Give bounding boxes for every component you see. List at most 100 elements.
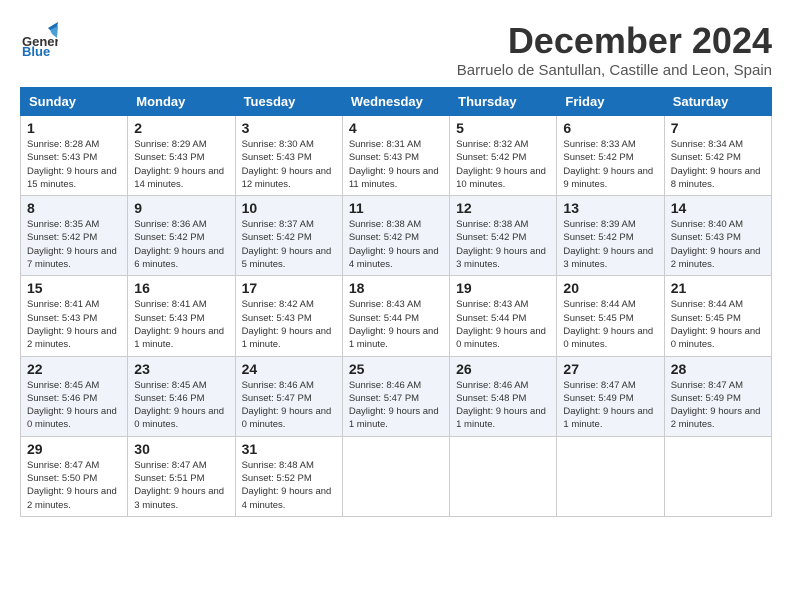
day-info: Sunrise: 8:45 AM Sunset: 5:46 PM Dayligh…	[134, 379, 228, 432]
calendar-cell: 29 Sunrise: 8:47 AM Sunset: 5:50 PM Dayl…	[21, 436, 128, 516]
calendar-cell: 24 Sunrise: 8:46 AM Sunset: 5:47 PM Dayl…	[235, 356, 342, 436]
day-number: 24	[242, 361, 336, 377]
location-subtitle: Barruelo de Santullan, Castille and Leon…	[457, 62, 772, 79]
day-info: Sunrise: 8:46 AM Sunset: 5:47 PM Dayligh…	[242, 379, 336, 432]
day-number: 27	[563, 361, 657, 377]
calendar-cell: 3 Sunrise: 8:30 AM Sunset: 5:43 PM Dayli…	[235, 116, 342, 196]
calendar-cell: 19 Sunrise: 8:43 AM Sunset: 5:44 PM Dayl…	[450, 276, 557, 356]
calendar-week-row: 22 Sunrise: 8:45 AM Sunset: 5:46 PM Dayl…	[21, 356, 772, 436]
calendar-cell: 20 Sunrise: 8:44 AM Sunset: 5:45 PM Dayl…	[557, 276, 664, 356]
calendar-cell: 31 Sunrise: 8:48 AM Sunset: 5:52 PM Dayl…	[235, 436, 342, 516]
day-number: 11	[349, 200, 443, 216]
day-number: 5	[456, 120, 550, 136]
month-title: December 2024	[457, 20, 772, 62]
calendar-week-row: 15 Sunrise: 8:41 AM Sunset: 5:43 PM Dayl…	[21, 276, 772, 356]
day-info: Sunrise: 8:45 AM Sunset: 5:46 PM Dayligh…	[27, 379, 121, 432]
day-number: 3	[242, 120, 336, 136]
day-number: 18	[349, 280, 443, 296]
day-number: 2	[134, 120, 228, 136]
calendar-table: SundayMondayTuesdayWednesdayThursdayFrid…	[20, 87, 772, 517]
calendar-cell: 26 Sunrise: 8:46 AM Sunset: 5:48 PM Dayl…	[450, 356, 557, 436]
col-header-monday: Monday	[128, 88, 235, 116]
day-number: 28	[671, 361, 765, 377]
day-info: Sunrise: 8:34 AM Sunset: 5:42 PM Dayligh…	[671, 138, 765, 191]
calendar-cell: 25 Sunrise: 8:46 AM Sunset: 5:47 PM Dayl…	[342, 356, 449, 436]
calendar-cell: 4 Sunrise: 8:31 AM Sunset: 5:43 PM Dayli…	[342, 116, 449, 196]
day-number: 23	[134, 361, 228, 377]
day-info: Sunrise: 8:42 AM Sunset: 5:43 PM Dayligh…	[242, 298, 336, 351]
day-number: 29	[27, 441, 121, 457]
calendar-cell: 8 Sunrise: 8:35 AM Sunset: 5:42 PM Dayli…	[21, 196, 128, 276]
col-header-friday: Friday	[557, 88, 664, 116]
day-info: Sunrise: 8:30 AM Sunset: 5:43 PM Dayligh…	[242, 138, 336, 191]
day-info: Sunrise: 8:47 AM Sunset: 5:49 PM Dayligh…	[671, 379, 765, 432]
day-number: 30	[134, 441, 228, 457]
calendar-week-row: 1 Sunrise: 8:28 AM Sunset: 5:43 PM Dayli…	[21, 116, 772, 196]
calendar-cell: 23 Sunrise: 8:45 AM Sunset: 5:46 PM Dayl…	[128, 356, 235, 436]
calendar-cell: 2 Sunrise: 8:29 AM Sunset: 5:43 PM Dayli…	[128, 116, 235, 196]
day-number: 26	[456, 361, 550, 377]
day-number: 31	[242, 441, 336, 457]
day-number: 22	[27, 361, 121, 377]
day-info: Sunrise: 8:47 AM Sunset: 5:49 PM Dayligh…	[563, 379, 657, 432]
calendar-cell: 15 Sunrise: 8:41 AM Sunset: 5:43 PM Dayl…	[21, 276, 128, 356]
day-number: 16	[134, 280, 228, 296]
calendar-cell: 1 Sunrise: 8:28 AM Sunset: 5:43 PM Dayli…	[21, 116, 128, 196]
calendar-cell: 5 Sunrise: 8:32 AM Sunset: 5:42 PM Dayli…	[450, 116, 557, 196]
calendar-cell: 9 Sunrise: 8:36 AM Sunset: 5:42 PM Dayli…	[128, 196, 235, 276]
calendar-cell: 30 Sunrise: 8:47 AM Sunset: 5:51 PM Dayl…	[128, 436, 235, 516]
day-info: Sunrise: 8:44 AM Sunset: 5:45 PM Dayligh…	[563, 298, 657, 351]
logo-icon: General Blue	[20, 20, 58, 63]
day-number: 4	[349, 120, 443, 136]
day-info: Sunrise: 8:41 AM Sunset: 5:43 PM Dayligh…	[27, 298, 121, 351]
calendar-header-row: SundayMondayTuesdayWednesdayThursdayFrid…	[21, 88, 772, 116]
day-info: Sunrise: 8:36 AM Sunset: 5:42 PM Dayligh…	[134, 218, 228, 271]
calendar-cell	[342, 436, 449, 516]
calendar-cell: 7 Sunrise: 8:34 AM Sunset: 5:42 PM Dayli…	[664, 116, 771, 196]
calendar-cell: 16 Sunrise: 8:41 AM Sunset: 5:43 PM Dayl…	[128, 276, 235, 356]
day-number: 8	[27, 200, 121, 216]
title-section: December 2024 Barruelo de Santullan, Cas…	[457, 20, 772, 79]
day-info: Sunrise: 8:35 AM Sunset: 5:42 PM Dayligh…	[27, 218, 121, 271]
day-info: Sunrise: 8:43 AM Sunset: 5:44 PM Dayligh…	[349, 298, 443, 351]
calendar-cell: 6 Sunrise: 8:33 AM Sunset: 5:42 PM Dayli…	[557, 116, 664, 196]
page-header: General Blue December 2024 Barruelo de S…	[20, 20, 772, 79]
day-info: Sunrise: 8:29 AM Sunset: 5:43 PM Dayligh…	[134, 138, 228, 191]
day-info: Sunrise: 8:28 AM Sunset: 5:43 PM Dayligh…	[27, 138, 121, 191]
calendar-cell	[450, 436, 557, 516]
day-info: Sunrise: 8:33 AM Sunset: 5:42 PM Dayligh…	[563, 138, 657, 191]
col-header-tuesday: Tuesday	[235, 88, 342, 116]
day-info: Sunrise: 8:38 AM Sunset: 5:42 PM Dayligh…	[349, 218, 443, 271]
day-info: Sunrise: 8:46 AM Sunset: 5:47 PM Dayligh…	[349, 379, 443, 432]
day-number: 6	[563, 120, 657, 136]
day-number: 12	[456, 200, 550, 216]
calendar-cell: 10 Sunrise: 8:37 AM Sunset: 5:42 PM Dayl…	[235, 196, 342, 276]
calendar-cell: 27 Sunrise: 8:47 AM Sunset: 5:49 PM Dayl…	[557, 356, 664, 436]
day-number: 1	[27, 120, 121, 136]
day-info: Sunrise: 8:32 AM Sunset: 5:42 PM Dayligh…	[456, 138, 550, 191]
day-number: 25	[349, 361, 443, 377]
logo: General Blue	[20, 20, 58, 63]
day-number: 9	[134, 200, 228, 216]
day-info: Sunrise: 8:44 AM Sunset: 5:45 PM Dayligh…	[671, 298, 765, 351]
day-number: 20	[563, 280, 657, 296]
day-number: 7	[671, 120, 765, 136]
day-info: Sunrise: 8:47 AM Sunset: 5:51 PM Dayligh…	[134, 459, 228, 512]
day-number: 19	[456, 280, 550, 296]
calendar-cell: 21 Sunrise: 8:44 AM Sunset: 5:45 PM Dayl…	[664, 276, 771, 356]
col-header-thursday: Thursday	[450, 88, 557, 116]
calendar-cell: 14 Sunrise: 8:40 AM Sunset: 5:43 PM Dayl…	[664, 196, 771, 276]
day-number: 14	[671, 200, 765, 216]
col-header-wednesday: Wednesday	[342, 88, 449, 116]
day-info: Sunrise: 8:40 AM Sunset: 5:43 PM Dayligh…	[671, 218, 765, 271]
calendar-cell	[557, 436, 664, 516]
day-number: 17	[242, 280, 336, 296]
calendar-cell: 11 Sunrise: 8:38 AM Sunset: 5:42 PM Dayl…	[342, 196, 449, 276]
day-info: Sunrise: 8:46 AM Sunset: 5:48 PM Dayligh…	[456, 379, 550, 432]
calendar-cell: 17 Sunrise: 8:42 AM Sunset: 5:43 PM Dayl…	[235, 276, 342, 356]
calendar-cell: 28 Sunrise: 8:47 AM Sunset: 5:49 PM Dayl…	[664, 356, 771, 436]
day-info: Sunrise: 8:37 AM Sunset: 5:42 PM Dayligh…	[242, 218, 336, 271]
col-header-saturday: Saturday	[664, 88, 771, 116]
day-info: Sunrise: 8:41 AM Sunset: 5:43 PM Dayligh…	[134, 298, 228, 351]
calendar-week-row: 29 Sunrise: 8:47 AM Sunset: 5:50 PM Dayl…	[21, 436, 772, 516]
